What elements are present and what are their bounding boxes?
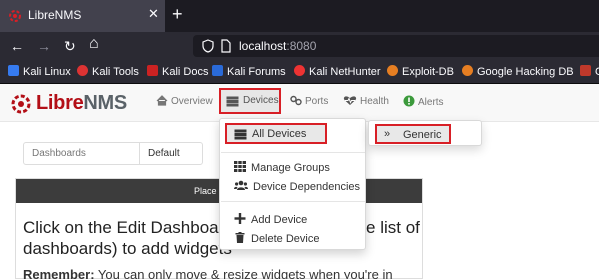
librenms-logo-icon	[11, 94, 31, 114]
back-arrow-icon[interactable]: ←	[10, 37, 24, 55]
link-icon	[290, 95, 302, 106]
logo-text: LibreNMS	[36, 92, 127, 115]
exclamation-circle-icon	[403, 95, 415, 107]
nav-ports[interactable]: Ports	[290, 95, 328, 107]
panel-note-text: You can only move & resize widgets when …	[94, 267, 393, 279]
logo-nms: NMS	[83, 92, 127, 114]
home-icon[interactable]: ⌂	[89, 35, 99, 53]
browser-nav-bar: ← → ↻ ⌂ localhost:8080	[0, 32, 599, 60]
nav-health[interactable]: Health	[343, 95, 389, 107]
bookmark-kali-nethunter[interactable]: Kali NetHunter	[294, 65, 381, 78]
th-grid-icon	[234, 161, 246, 172]
nav-alerts[interactable]: Alerts	[403, 95, 444, 108]
menu-item-delete-device[interactable]: Delete Device	[234, 232, 319, 245]
panel-header-text: Place	[194, 186, 217, 196]
dashboard-selector[interactable]: Dashboards Default	[23, 142, 203, 165]
new-tab-button[interactable]: +	[172, 4, 183, 25]
home-icon	[156, 95, 168, 106]
angle-double-right-icon: »	[384, 128, 391, 140]
librenms-logo[interactable]: LibreNMS	[10, 90, 150, 116]
dashboard-select-value[interactable]: Default	[148, 148, 180, 159]
nethunter-icon	[294, 65, 305, 76]
menu-item-add-device[interactable]: Add Device	[234, 213, 307, 226]
nav-overview[interactable]: Overview	[156, 95, 213, 107]
server-icon	[226, 96, 239, 107]
kali-docs-icon	[147, 65, 158, 76]
librenms-navbar: LibreNMS Overview Ports Health Alerts	[0, 84, 599, 122]
bookmark-icon	[580, 65, 591, 76]
panel-note: Remember: You can only move & resize wid…	[23, 267, 393, 279]
server-icon	[234, 129, 247, 140]
logo-libre: Libre	[36, 92, 84, 114]
menu-divider	[221, 201, 365, 202]
plus-icon	[234, 213, 246, 224]
heartbeat-icon	[343, 96, 357, 105]
generic-label: Generic	[403, 129, 442, 141]
librenms-favicon-icon	[9, 10, 21, 22]
bookmark-exploit-db[interactable]: Exploit-DB	[387, 65, 454, 78]
nav-devices-label: Devices	[243, 95, 279, 106]
tab-title: LibreNMS	[28, 8, 82, 22]
all-devices-label: All Devices	[252, 128, 307, 140]
kali-forums-icon	[212, 65, 223, 76]
browser-tab[interactable]: LibreNMS ✕	[0, 0, 165, 32]
dashboards-label: Dashboards	[24, 143, 140, 164]
url-host: localhost	[239, 39, 287, 53]
bookmark-kali-forums[interactable]: Kali Forums	[212, 65, 286, 78]
bookmark-kali-linux[interactable]: Kali Linux	[8, 65, 71, 78]
panel-note-bold: Remember:	[23, 267, 95, 279]
tab-close-icon[interactable]: ✕	[148, 6, 159, 22]
devices-dropdown-menu: All Devices Manage Groups Device Depende…	[219, 118, 366, 250]
url-port: :8080	[286, 39, 317, 53]
menu-item-all-devices[interactable]: All Devices	[225, 123, 327, 144]
bookmark-kali-tools[interactable]: Kali Tools	[77, 65, 139, 78]
url-bar[interactable]: localhost:8080	[193, 35, 599, 57]
menu-item-device-dependencies[interactable]: Device Dependencies	[234, 180, 360, 193]
kali-dragon-icon	[8, 65, 19, 76]
forward-arrow-icon[interactable]: →	[37, 37, 51, 55]
bookmark-kali-docs[interactable]: Kali Docs	[147, 65, 208, 78]
trash-icon	[235, 232, 245, 243]
bookmark-google-hacking-db[interactable]: Google Hacking DB	[462, 65, 574, 78]
page-icon	[221, 39, 231, 53]
bookmarks-toolbar: Kali Linux Kali Tools Kali Docs Kali For…	[0, 60, 599, 84]
exploit-db-icon	[387, 65, 398, 76]
menu-divider	[221, 152, 365, 153]
shield-icon	[202, 39, 214, 53]
browser-tab-bar: LibreNMS ✕ +	[0, 0, 599, 32]
reload-icon[interactable]: ↻	[64, 37, 76, 55]
nav-devices[interactable]: Devices	[219, 88, 281, 114]
url-text: localhost:8080	[239, 39, 316, 53]
bookmark-overflow[interactable]: O	[580, 65, 599, 78]
kali-tools-icon	[77, 65, 88, 76]
submenu-item-generic[interactable]: » Generic	[375, 124, 451, 144]
menu-item-manage-groups[interactable]: Manage Groups	[234, 161, 330, 174]
users-icon	[234, 180, 248, 190]
ghdb-icon	[462, 65, 473, 76]
all-devices-submenu: » Generic	[368, 120, 482, 146]
